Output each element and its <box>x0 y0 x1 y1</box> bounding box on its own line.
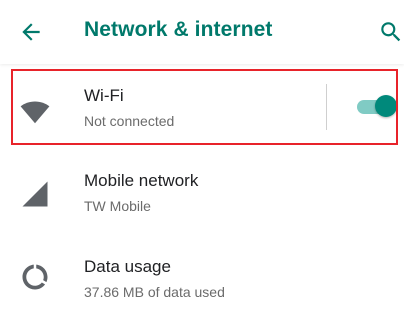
data-usage-icon <box>20 262 50 292</box>
search-button[interactable] <box>378 19 404 45</box>
data-usage-label: Data usage <box>84 257 171 276</box>
mobile-network-setting-item[interactable]: Mobile network TW Mobile <box>0 151 404 235</box>
data-usage-status: 37.86 MB of data used <box>84 284 225 300</box>
search-icon <box>381 22 401 42</box>
wifi-label: Wi-Fi <box>84 86 124 105</box>
mobile-network-status: TW Mobile <box>84 198 151 214</box>
signal-icon <box>20 179 50 209</box>
toggle-thumb <box>375 95 397 117</box>
arrow-back-icon <box>22 23 40 41</box>
app-bar: Network & internet <box>0 0 404 64</box>
data-usage-setting-item[interactable]: Data usage 37.86 MB of data used <box>0 235 404 319</box>
wifi-icon <box>20 97 50 127</box>
wifi-status: Not connected <box>84 113 175 129</box>
back-button[interactable] <box>18 19 44 45</box>
vertical-divider <box>326 84 327 130</box>
mobile-network-label: Mobile network <box>84 171 199 190</box>
wifi-toggle-switch[interactable] <box>355 95 397 119</box>
wifi-setting-item[interactable]: Wi-Fi Not connected <box>0 69 404 147</box>
page-title: Network & internet <box>84 18 273 41</box>
